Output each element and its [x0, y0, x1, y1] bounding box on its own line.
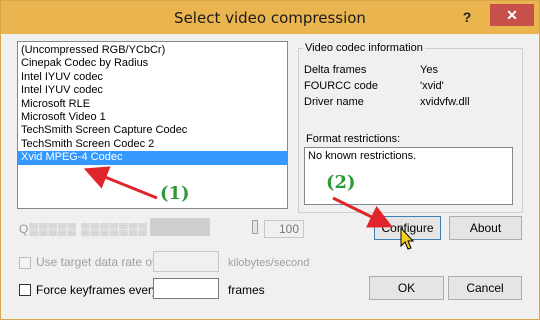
list-item[interactable]: TechSmith Screen Capture Codec: [18, 124, 287, 137]
list-item[interactable]: Cinepak Codec by Radius: [18, 57, 287, 70]
driver-name-label: Driver name: [304, 96, 364, 108]
fourcc-label: FOURCC code: [304, 80, 378, 92]
list-item[interactable]: Microsoft Video 1: [18, 111, 287, 124]
list-item[interactable]: (Uncompressed RGB/YCbCr): [18, 44, 287, 57]
quality-slider-thumb[interactable]: [252, 220, 258, 234]
cancel-button[interactable]: Cancel: [448, 276, 522, 300]
configure-button[interactable]: Configure: [374, 216, 441, 240]
codec-info-legend: Video codec information: [303, 42, 425, 54]
step-1-label: (1): [160, 183, 190, 204]
quality-label-obscured: Q▒▒▒▒▒ ▒▒▒▒▒▒▒: [19, 222, 148, 236]
data-rate-unit: kilobytes/second: [228, 257, 310, 269]
list-item[interactable]: Microsoft RLE: [18, 98, 287, 111]
format-restrictions-text: No known restrictions.: [308, 150, 417, 162]
list-item-selected[interactable]: Xvid MPEG-4 Codec: [18, 151, 287, 165]
driver-name-value: xvidvfw.dll: [420, 96, 470, 108]
close-button[interactable]: ✕: [490, 4, 534, 26]
list-item[interactable]: TechSmith Screen Codec 2: [18, 138, 287, 151]
quality-slider-obscured: [150, 218, 210, 236]
about-button[interactable]: About: [449, 216, 522, 240]
data-rate-field[interactable]: [153, 251, 219, 272]
help-icon[interactable]: ?: [456, 7, 478, 27]
keyframes-field[interactable]: [153, 278, 219, 299]
fourcc-value: 'xvid': [420, 80, 444, 92]
data-rate-label: Use target data rate of: [36, 255, 156, 269]
quality-field[interactable]: 100: [264, 220, 304, 238]
delta-frames-label: Delta frames: [304, 64, 367, 76]
list-item[interactable]: Intel IYUV codec: [18, 84, 287, 97]
list-item[interactable]: Intel IYUV codec: [18, 71, 287, 84]
keyframes-label: Force keyframes every: [36, 283, 159, 297]
data-rate-checkbox[interactable]: [19, 257, 31, 269]
step-2-label: (2): [326, 172, 356, 193]
keyframes-unit: frames: [228, 283, 265, 297]
keyframes-checkbox[interactable]: [19, 284, 31, 296]
format-restrictions-label: Format restrictions:: [306, 133, 401, 145]
ok-button[interactable]: OK: [369, 276, 444, 300]
codec-list[interactable]: (Uncompressed RGB/YCbCr) Cinepak Codec b…: [17, 41, 288, 209]
delta-frames-value: Yes: [420, 64, 438, 76]
title-bar[interactable]: Select video compression ? ✕: [1, 1, 539, 34]
